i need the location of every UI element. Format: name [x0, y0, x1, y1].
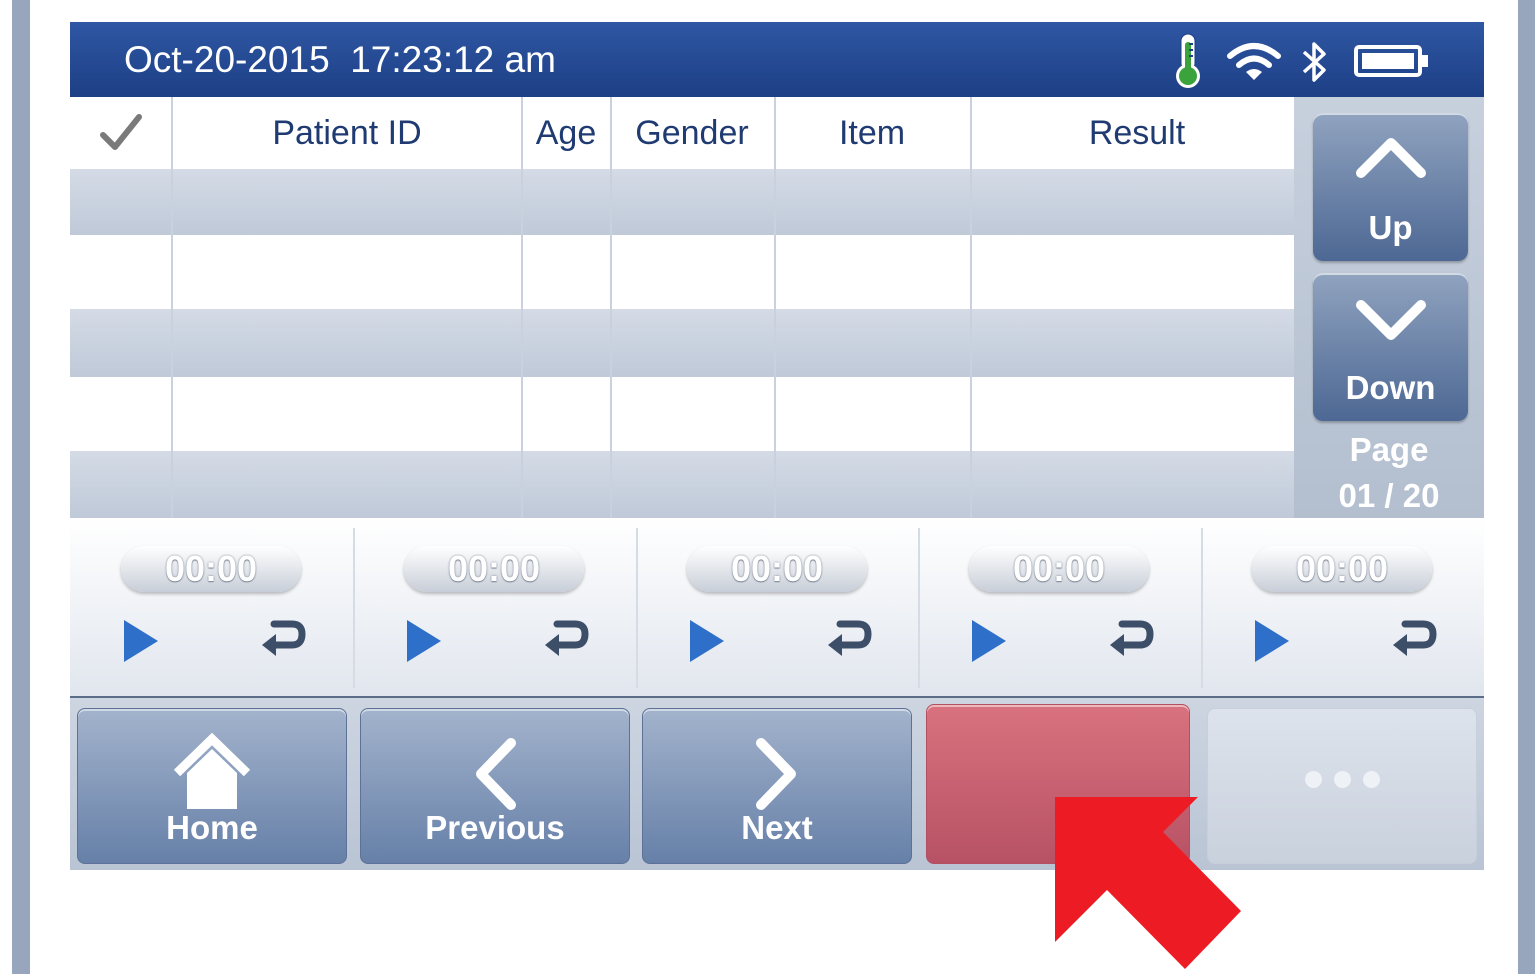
right-frame-bar — [1518, 0, 1535, 974]
timer-cell: 00:00 — [918, 518, 1200, 696]
play-icon[interactable] — [122, 618, 162, 664]
down-button-label: Down — [1345, 369, 1436, 406]
page-indicator: 01 / 20 — [1338, 477, 1440, 514]
table-row[interactable] — [70, 377, 1294, 451]
timer-display: 00:00 — [687, 546, 867, 592]
home-icon — [173, 733, 251, 809]
timer-display: 00:00 — [121, 546, 301, 592]
column-divider — [970, 97, 972, 518]
column-divider — [171, 97, 173, 518]
page-label: Page — [1349, 431, 1429, 468]
reset-icon[interactable] — [543, 618, 589, 660]
up-button[interactable]: Up — [1313, 113, 1468, 261]
timer-cell: 00:00 — [353, 518, 635, 696]
column-gender[interactable]: Gender — [610, 97, 774, 169]
reset-icon[interactable] — [260, 618, 306, 660]
timer-display: 00:00 — [969, 546, 1149, 592]
wifi-icon — [1227, 43, 1281, 80]
table-row[interactable] — [70, 235, 1294, 309]
table-row[interactable] — [70, 309, 1294, 377]
column-item[interactable]: Item — [774, 97, 970, 169]
timer-cell: 00:00 — [1201, 518, 1483, 696]
timer-divider — [353, 528, 355, 688]
table-header: Patient ID Age Gender Item Result — [70, 97, 1294, 169]
reset-icon[interactable] — [1108, 618, 1154, 660]
left-frame-bar — [12, 0, 30, 974]
timer-divider — [636, 528, 638, 688]
previous-button-label: Previous — [425, 809, 565, 846]
play-icon[interactable] — [970, 618, 1010, 664]
device-screen: Oct-20-2015 17:23:12 am Patient ID Age G… — [70, 22, 1484, 870]
chevron-down-icon — [1356, 300, 1426, 340]
status-header: Oct-20-2015 17:23:12 am — [70, 22, 1484, 97]
red-arrow-icon — [1055, 797, 1241, 969]
column-divider — [774, 97, 776, 518]
scroll-panel: Up Down Page 01 / 20 — [1294, 97, 1484, 518]
timer-cell: 00:00 — [70, 518, 352, 696]
column-divider — [610, 97, 612, 518]
more-dots-icon — [1208, 771, 1476, 793]
bottom-toolbar: Home Previous Next — [70, 698, 1484, 870]
select-all-column[interactable] — [70, 97, 172, 169]
results-table: Patient ID Age Gender Item Result — [70, 97, 1294, 518]
next-button[interactable]: Next — [642, 708, 912, 864]
up-button-label: Up — [1368, 209, 1413, 246]
checkmark-icon — [100, 114, 142, 150]
timer-strip: 00:00 00:00 00:00 00:00 00:00 — [70, 518, 1484, 698]
timer-display: 00:00 — [404, 546, 584, 592]
play-icon[interactable] — [688, 618, 728, 664]
chevron-right-icon — [756, 738, 796, 810]
thermometer-icon — [1176, 33, 1200, 88]
column-patient-id[interactable]: Patient ID — [172, 97, 522, 169]
timer-cell: 00:00 — [636, 518, 918, 696]
timer-display: 00:00 — [1252, 546, 1432, 592]
column-result[interactable]: Result — [970, 97, 1304, 169]
home-button-label: Home — [166, 809, 258, 846]
table-row[interactable] — [70, 451, 1294, 518]
bluetooth-icon — [1302, 42, 1326, 82]
header-datetime: Oct-20-2015 17:23:12 am — [124, 39, 556, 80]
play-icon[interactable] — [405, 618, 445, 664]
chevron-left-icon — [476, 738, 516, 810]
table-row[interactable] — [70, 169, 1294, 235]
home-button[interactable]: Home — [77, 708, 347, 864]
reset-icon[interactable] — [1391, 618, 1437, 660]
previous-button[interactable]: Previous — [360, 708, 630, 864]
timer-divider — [1201, 528, 1203, 688]
next-button-label: Next — [741, 809, 813, 846]
more-button[interactable] — [1207, 708, 1477, 864]
column-age[interactable]: Age — [522, 97, 610, 169]
timer-divider — [918, 528, 920, 688]
down-button[interactable]: Down — [1313, 273, 1468, 421]
column-divider — [521, 97, 523, 518]
play-icon[interactable] — [1253, 618, 1293, 664]
chevron-up-icon — [1356, 138, 1426, 178]
battery-icon — [1354, 45, 1428, 77]
reset-icon[interactable] — [826, 618, 872, 660]
